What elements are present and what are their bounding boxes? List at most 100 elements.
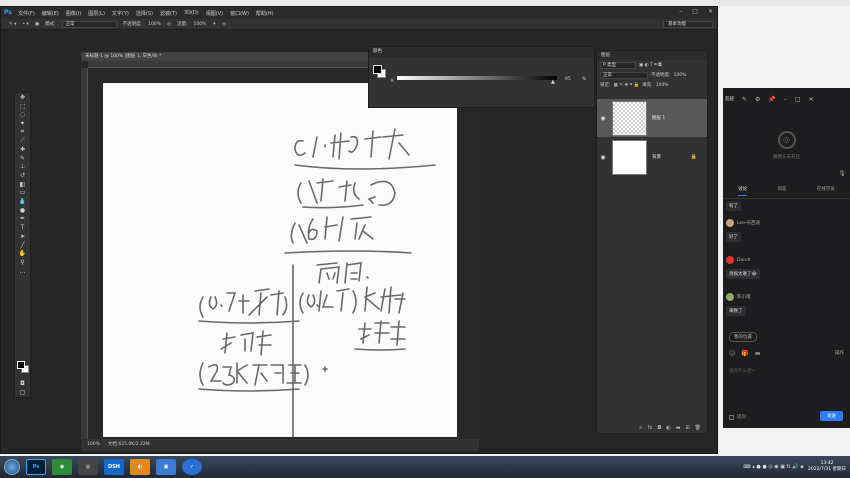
crop-tool-icon[interactable]: ⌗ xyxy=(15,128,30,137)
taskbar-app-circle[interactable]: ✓ xyxy=(182,459,202,475)
menu-help[interactable]: 帮助(H) xyxy=(256,10,274,17)
brush-size-icon[interactable]: • ▾ xyxy=(22,22,28,27)
minimize-icon[interactable]: – xyxy=(679,8,682,15)
filter-icons[interactable]: ▣ ◐ T ⌗ ◘ xyxy=(639,62,662,68)
eye-icon[interactable]: ◉ xyxy=(597,154,609,161)
zoom-tool-icon[interactable]: ⚲ xyxy=(15,258,30,267)
brush-tool-icon[interactable]: ✎ ▾ xyxy=(9,22,16,27)
more-tools-icon[interactable]: … xyxy=(15,267,30,276)
eye-icon[interactable]: ◉ xyxy=(597,115,609,122)
blend-mode-select[interactable]: 正常 xyxy=(600,71,648,79)
fill-value[interactable]: 100% xyxy=(656,83,669,88)
fx-icon[interactable]: fx xyxy=(648,425,653,431)
chat-top-label[interactable]: 超越 xyxy=(725,96,734,102)
start-button[interactable] xyxy=(4,459,20,475)
gray-slider[interactable] xyxy=(397,76,557,80)
trash-icon[interactable]: 🗑 xyxy=(695,425,701,431)
mode-select[interactable]: 正常 xyxy=(61,20,117,28)
tab-qa[interactable]: 问答 xyxy=(777,186,786,196)
gray-value[interactable]: 95 xyxy=(565,77,571,82)
workspace-select[interactable]: 基本功能 xyxy=(663,21,713,28)
close-icon[interactable]: ✕ xyxy=(708,8,713,15)
settings-icon[interactable]: ⚙ xyxy=(755,96,760,103)
menu-type[interactable]: 文字(Y) xyxy=(112,10,129,17)
close-icon[interactable]: ✕ xyxy=(809,96,814,103)
pressure-opacity-icon[interactable]: ◎ xyxy=(167,22,171,27)
layers-panel-title[interactable]: 图层 xyxy=(597,51,707,60)
opacity-value[interactable]: 100% xyxy=(148,22,161,27)
history-brush-icon[interactable]: ↺ xyxy=(15,171,30,180)
layer-name[interactable]: 图层 1 xyxy=(652,115,665,121)
color-panel-fg-swatch[interactable] xyxy=(373,65,382,74)
menu-select[interactable]: 选择(S) xyxy=(136,10,153,17)
minimize-icon[interactable]: – xyxy=(784,96,787,103)
brush-panel-icon[interactable]: ▣ xyxy=(35,22,39,27)
healing-brush-icon[interactable]: ✚ xyxy=(15,145,30,154)
dodge-tool-icon[interactable]: ● xyxy=(15,206,30,215)
my-seat-button[interactable]: 我的位置 xyxy=(729,332,757,342)
emoji-icon[interactable]: ☺ xyxy=(729,350,735,357)
canvas-area[interactable] xyxy=(88,68,479,468)
edit-icon[interactable]: ✎ xyxy=(742,96,747,103)
taskbar-app-camera[interactable]: ◎ xyxy=(78,459,98,475)
pin-icon[interactable]: 📌 xyxy=(768,96,775,103)
maximize-icon[interactable]: □ xyxy=(795,96,801,103)
color-panel-title[interactable]: 颜色 xyxy=(369,47,594,57)
slider-thumb-icon[interactable]: ▲ xyxy=(551,79,555,85)
link-icon[interactable]: ∞ xyxy=(638,425,642,431)
menu-3d[interactable]: 3D(D) xyxy=(184,10,199,16)
message-list[interactable]: 有了 Leo-乐西迪 好了 Dandr 则视太难了😂 陈小雨 来晚了 我的位置 xyxy=(723,198,850,342)
menu-view[interactable]: 视图(V) xyxy=(206,10,223,17)
tray-icons[interactable]: ⌨ ▴ ● ● ◎ ◉ ▣ ⇅ 🔊 ◈ xyxy=(744,464,804,470)
menu-image[interactable]: 图像(I) xyxy=(66,10,81,17)
menu-edit[interactable]: 编辑(E) xyxy=(42,10,59,17)
taskbar-photoshop[interactable]: Ps xyxy=(26,459,46,475)
taskbar-app-green[interactable]: ◉ xyxy=(52,459,72,475)
doc-info[interactable]: 文档:625.0K/2.22M xyxy=(108,439,150,451)
canvas-paper[interactable] xyxy=(103,83,457,468)
menu-layer[interactable]: 图层(L) xyxy=(88,10,105,17)
mask-icon[interactable]: ◘ xyxy=(657,425,661,431)
tab-discussion[interactable]: 讨论 xyxy=(738,186,748,196)
airbrush-icon[interactable]: ✈ xyxy=(212,22,216,27)
stamp-tool-icon[interactable]: ⊥ xyxy=(15,163,30,172)
layer-kind-select[interactable]: P 类型 xyxy=(600,61,636,69)
layer-row-background[interactable]: ◉ 背景 🔒 xyxy=(597,138,707,176)
gradient-tool-icon[interactable]: ▭ xyxy=(15,189,30,198)
move-tool-icon[interactable]: ✥ xyxy=(15,93,30,102)
clock[interactable]: 13:42 2022/7/31 星期日 xyxy=(808,461,846,473)
menu-window[interactable]: 窗口(W) xyxy=(230,10,249,17)
mic-icon[interactable]: 🎙 xyxy=(838,170,846,177)
flow-value[interactable]: 100% xyxy=(193,22,206,27)
taskbar-app-orange[interactable]: ◐ xyxy=(130,459,150,475)
gift-icon[interactable]: 🎁 xyxy=(741,350,748,357)
shape-tool-icon[interactable]: ╱ xyxy=(15,241,30,250)
chat-input[interactable]: 说点什么吧~ xyxy=(729,368,755,374)
taskbar-dsh[interactable]: DSH xyxy=(104,459,124,475)
tab-online-students[interactable]: 在线学员 xyxy=(817,186,835,196)
pressure-size-icon[interactable]: ◎ xyxy=(222,22,226,27)
taskbar-app-blue[interactable]: ▣ xyxy=(156,459,176,475)
maximize-icon[interactable]: □ xyxy=(692,8,698,15)
menu-file[interactable]: 文件(F) xyxy=(18,10,35,17)
hand-tool-icon[interactable]: ✋ xyxy=(15,249,30,258)
marquee-tool-icon[interactable]: ⬚ xyxy=(15,102,30,111)
zoom-level[interactable]: 100% xyxy=(87,439,100,451)
magic-wand-icon[interactable]: ✦ xyxy=(15,119,30,128)
screen-mode-icon[interactable]: ▢ xyxy=(15,388,30,397)
menu-filter[interactable]: 滤镜(T) xyxy=(160,10,177,17)
adjustment-icon[interactable]: ◐ xyxy=(666,425,670,431)
folder-icon[interactable]: ▬ xyxy=(676,425,681,431)
lock-icons[interactable]: ▦ ✎ ✥ ⌗ 🔒 xyxy=(614,82,640,88)
eyedropper-icon[interactable]: ⟋ xyxy=(15,136,30,145)
operations-button[interactable]: 操作 xyxy=(835,350,850,356)
blur-tool-icon[interactable]: 💧 xyxy=(15,197,30,206)
layer-opacity-value[interactable]: 100% xyxy=(674,73,687,78)
eraser-tool-icon[interactable]: ◧ xyxy=(15,180,30,189)
layer-name[interactable]: 背景 xyxy=(652,154,661,160)
path-select-icon[interactable]: ➤ xyxy=(15,232,30,241)
layer-row-1[interactable]: ◉ 图层 1 xyxy=(597,99,707,137)
quick-mask-icon[interactable]: ◘ xyxy=(15,379,30,388)
foreground-color-swatch[interactable] xyxy=(17,361,25,369)
question-checkbox[interactable] xyxy=(729,414,734,420)
